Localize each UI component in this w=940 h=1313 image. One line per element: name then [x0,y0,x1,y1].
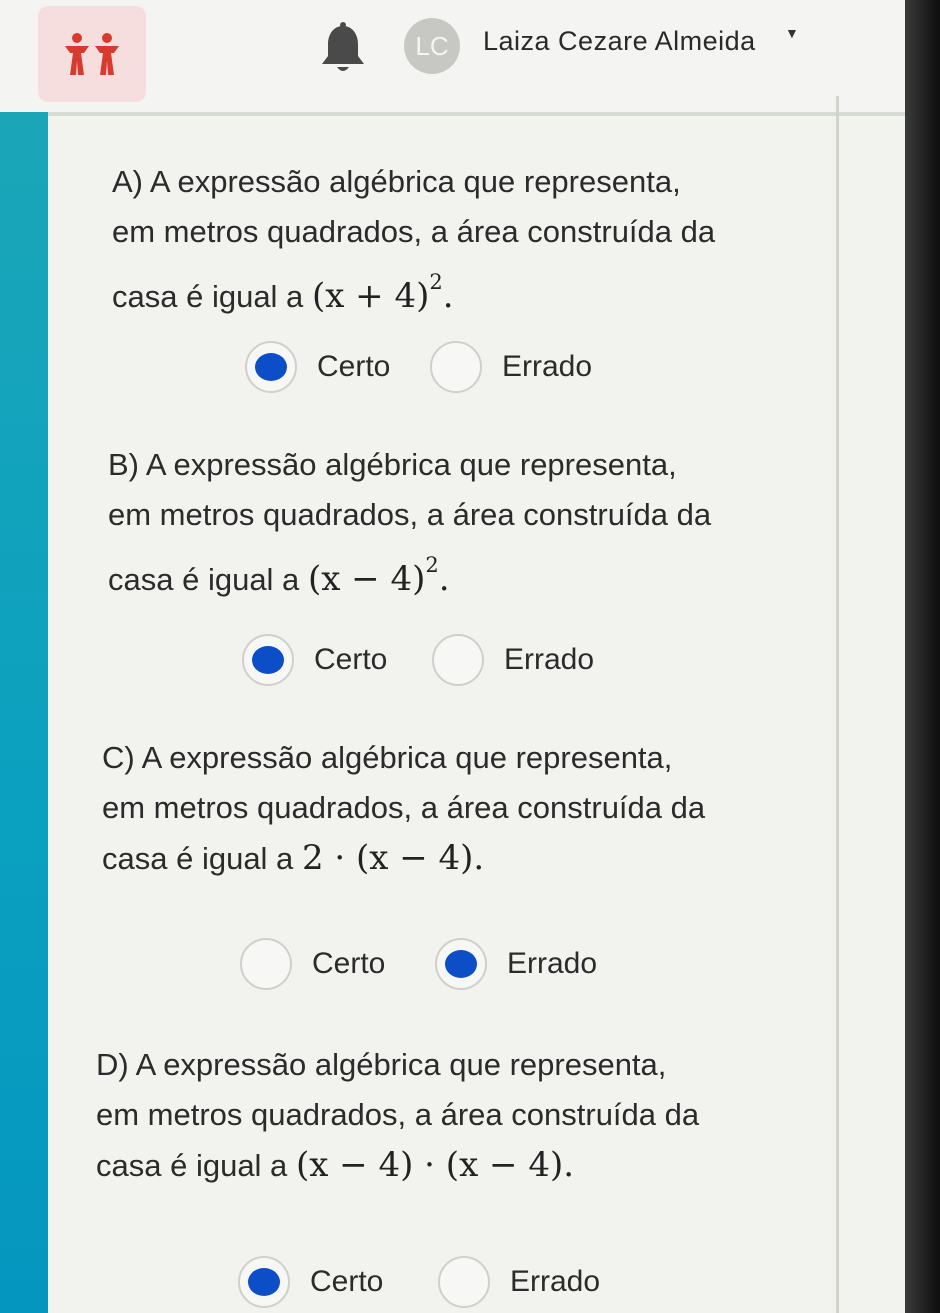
option-label: Certo [314,643,388,676]
radio-button[interactable] [432,634,484,686]
question-c: C) A expressão algébrica que representa,… [102,733,802,884]
radio-button[interactable] [435,938,487,990]
question-a-suffix: . [442,276,454,316]
question-a-expr: (x + 4) [311,276,430,316]
question-a-line3: casa é igual a (x + 4)2. [112,257,812,322]
option-label: Errado [510,1265,601,1298]
logo-icon [65,33,119,75]
question-d-line3: casa é igual a (x − 4) · (x − 4). [96,1140,796,1191]
option-label: Certo [310,1265,384,1298]
avatar[interactable]: LC [404,18,460,74]
question-b-line3: casa é igual a (x − 4)2. [108,540,808,605]
question-d-line1: D) A expressão algébrica que representa, [96,1047,667,1082]
question-b-expression: (x − 4)2. [307,553,450,599]
question-a-line1: A) A expressão algébrica que representa, [112,164,681,199]
question-a-exponent: 2 [429,270,443,294]
question-c-prefix: casa é igual a [102,841,294,876]
question-b-option-certo[interactable]: Certo [242,630,387,690]
radio-button[interactable] [240,938,292,990]
question-d-option-errado[interactable]: Errado [438,1252,600,1312]
radio-button[interactable] [438,1256,490,1308]
question-c-line1: C) A expressão algébrica que representa, [102,740,673,775]
question-a-option-certo[interactable]: Certo [245,337,390,397]
question-b-prefix: casa é igual a [108,562,300,597]
option-label: Errado [507,947,598,980]
chevron-down-icon[interactable]: ▼ [785,25,799,41]
question-c-expression: 2 · (x − 4). [301,838,485,878]
question-d-line2: em metros quadrados, a área construída d… [96,1097,700,1132]
option-label: Certo [312,947,386,980]
question-b: B) A expressão algébrica que representa,… [108,440,808,605]
option-label: Errado [502,350,593,383]
question-d: D) A expressão algébrica que representa,… [96,1040,796,1191]
question-b-line1: B) A expressão algébrica que representa, [108,447,677,482]
card-divider [836,96,839,1313]
radio-button[interactable] [238,1256,290,1308]
question-a-option-errado[interactable]: Errado [430,337,592,397]
radio-selected-dot [445,950,477,978]
question-d-option-certo[interactable]: Certo [238,1252,383,1312]
option-label: Errado [504,643,595,676]
question-a-expression: (x + 4)2. [311,270,454,316]
question-c-line2: em metros quadrados, a área construída d… [102,790,706,825]
app-logo[interactable] [38,6,146,102]
question-d-prefix: casa é igual a [96,1148,288,1183]
question-d-expression: (x − 4) · (x − 4). [295,1145,575,1185]
radio-selected-dot [248,1268,280,1296]
question-c-option-errado[interactable]: Errado [435,934,597,994]
radio-button[interactable] [430,341,482,393]
question-a-line2: em metros quadrados, a área construída d… [112,214,716,249]
question-c-line3: casa é igual a 2 · (x − 4). [102,833,802,884]
side-accent-stripe [0,112,48,1313]
radio-selected-dot [255,353,287,381]
question-b-exponent: 2 [425,553,439,577]
bell-icon[interactable] [318,22,368,76]
question-a: A) A expressão algébrica que representa,… [112,157,812,322]
question-b-line2: em metros quadrados, a área construída d… [108,497,712,532]
screen: LC Laiza Cezare Almeida ▼ A) A expressão… [0,0,905,1313]
question-b-suffix: . [438,559,450,599]
top-bar: LC Laiza Cezare Almeida ▼ [0,0,905,112]
radio-button[interactable] [245,341,297,393]
question-c-option-certo[interactable]: Certo [240,934,385,994]
radio-selected-dot [252,646,284,674]
radio-button[interactable] [242,634,294,686]
option-label: Certo [317,350,391,383]
device-bezel [905,0,940,1313]
question-b-expr: (x − 4) [307,559,426,599]
user-name[interactable]: Laiza Cezare Almeida [483,26,756,57]
question-a-prefix: casa é igual a [112,279,304,314]
question-b-option-errado[interactable]: Errado [432,630,594,690]
